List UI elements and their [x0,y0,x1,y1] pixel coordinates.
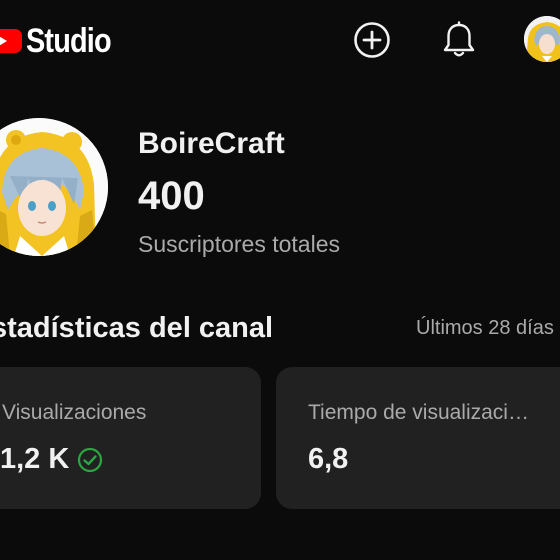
avatar-image [524,16,560,62]
top-app-bar: Studio [0,0,560,82]
channel-name: BoireCraft [138,127,285,160]
channel-avatar[interactable] [0,118,108,256]
stat-value: 1,2 K [0,443,70,475]
period-label: Últimos 28 días [416,317,554,339]
studio-dashboard: Studio BoireCraft 400 Suscriptores total… [0,0,560,560]
notifications-button[interactable] [439,20,479,60]
stat-value-row: 1,2 K [0,443,103,476]
create-button[interactable] [352,20,392,60]
youtube-logo-icon [0,29,22,53]
studio-logo[interactable]: Studio [0,22,126,60]
subscriber-count: 400 [138,174,205,218]
channel-avatar-image [0,118,108,256]
stat-card-watch-time[interactable]: Tiempo de visualizaci… 6,8 [276,367,560,509]
stat-label: Visualizaciones [2,401,147,424]
brand-label: Studio [26,21,112,60]
account-avatar[interactable] [524,16,560,62]
stat-value: 6,8 [308,443,349,475]
stat-card-views[interactable]: Visualizaciones 1,2 K [0,367,261,509]
create-plus-icon [354,22,390,58]
stat-value-row: 6,8 [308,443,348,476]
stat-label: Tiempo de visualizaci… [308,401,529,424]
bell-icon [443,21,475,57]
channel-stats-title: stadísticas del canal [0,312,274,344]
check-circle-icon [77,447,103,473]
subscriber-label: Suscriptores totales [138,231,340,257]
